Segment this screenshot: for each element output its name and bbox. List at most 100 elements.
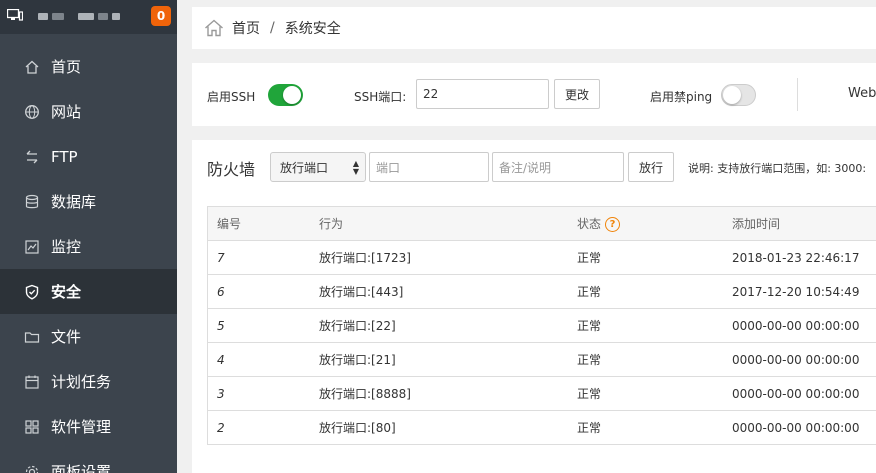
notification-badge[interactable]: 0 xyxy=(151,6,171,26)
table-row: 2 放行端口:[80] 正常 0000-00-00 00:00:00 xyxy=(208,411,876,445)
table-row: 6 放行端口:[443] 正常 2017-12-20 10:54:49 xyxy=(208,275,876,309)
table-row: 7 放行端口:[1723] 正常 2018-01-23 22:46:17 xyxy=(208,241,876,275)
cell-id: 4 xyxy=(217,353,225,367)
table-row: 4 放行端口:[21] 正常 0000-00-00 00:00:00 xyxy=(208,343,876,377)
help-icon[interactable]: ? xyxy=(605,217,621,232)
cell-time: 2017-12-20 10:54:49 xyxy=(732,285,860,299)
sidebar-item-label: 数据库 xyxy=(51,193,97,211)
sidebar-item-label: 安全 xyxy=(51,283,82,301)
sidebar-item-label: 网站 xyxy=(51,103,82,121)
cell-id: 6 xyxy=(217,285,225,299)
col-status-label: 状态 xyxy=(577,217,602,231)
cell-status: 正常 xyxy=(577,285,602,299)
sidebar-item-monitor[interactable]: 监控 xyxy=(0,224,177,269)
sidebar-item-software[interactable]: 软件管理 xyxy=(0,404,177,449)
cell-status: 正常 xyxy=(577,251,602,265)
cell-status: 正常 xyxy=(577,421,602,435)
port-input[interactable]: 端口 xyxy=(369,152,489,182)
sidebar-item-cron[interactable]: 计划任务 xyxy=(0,359,177,404)
breadcrumb-current: 系统安全 xyxy=(284,21,341,37)
ip-blurred xyxy=(98,13,108,20)
firewall-note: 说明: 支持放行端口范围，如: 3000: xyxy=(688,162,867,175)
breadcrumb: 首页 / 系统安全 xyxy=(192,7,876,49)
sidebar-item-label: 软件管理 xyxy=(51,418,112,436)
sidebar-header: 0 xyxy=(0,0,177,34)
hostname-blurred xyxy=(38,13,48,20)
change-port-button[interactable]: 更改 xyxy=(554,79,600,109)
cell-status: 正常 xyxy=(577,387,602,401)
hostname-blurred xyxy=(52,13,64,20)
sidebar-item-security[interactable]: 安全 xyxy=(0,269,177,314)
home-icon[interactable] xyxy=(204,19,224,37)
cell-time: 0000-00-00 00:00:00 xyxy=(732,319,860,333)
rule-type-select[interactable]: 放行端口 ▲ ▼ xyxy=(270,152,366,182)
allow-port-button[interactable]: 放行 xyxy=(628,152,674,182)
table-row: 3 放行端口:[8888] 正常 0000-00-00 00:00:00 xyxy=(208,377,876,411)
select-value: 放行端口 xyxy=(280,160,329,175)
sidebar-item-website[interactable]: 网站 xyxy=(0,89,177,134)
firewall-title: 防火墙 xyxy=(207,160,256,179)
col-action: 行为 xyxy=(319,217,344,231)
sidebar-item-files[interactable]: 文件 xyxy=(0,314,177,359)
sidebar-item-label: FTP xyxy=(51,147,78,166)
firewall-panel: 防火墙 放行端口 ▲ ▼ 端口 备注/说明 放行 说明: 支持放行端口范围，如: … xyxy=(192,140,876,473)
ssh-settings-panel: 启用SSH SSH端口: 22 更改 启用禁ping Web xyxy=(192,63,876,126)
web-label: Web xyxy=(848,86,876,101)
noping-toggle[interactable] xyxy=(721,84,756,106)
sidebar-item-home[interactable]: 首页 xyxy=(0,44,177,89)
ip-blurred xyxy=(78,13,94,20)
home-icon xyxy=(23,58,41,76)
cell-time: 0000-00-00 00:00:00 xyxy=(732,353,860,367)
cell-id: 5 xyxy=(217,319,225,333)
cell-id: 7 xyxy=(217,251,225,265)
ssh-port-input[interactable]: 22 xyxy=(416,79,549,109)
server-monitor-icon xyxy=(7,9,23,21)
select-arrows-icon: ▲ ▼ xyxy=(352,159,359,176)
sidebar: 0 首页 网站 FTP 数据库 监控 安全 文件 计划任务 软件管理 面板设置 xyxy=(0,0,177,473)
noping-label: 启用禁ping xyxy=(650,90,713,104)
divider xyxy=(797,78,798,111)
ip-blurred xyxy=(112,13,120,20)
cell-action: 放行端口:[443] xyxy=(319,285,404,299)
ssh-enable-toggle[interactable] xyxy=(268,84,303,106)
cell-action: 放行端口:[8888] xyxy=(319,387,411,401)
database-icon xyxy=(23,193,41,211)
grid-icon xyxy=(23,418,41,436)
sidebar-item-settings[interactable]: 面板设置 xyxy=(0,449,177,473)
sidebar-item-database[interactable]: 数据库 xyxy=(0,179,177,224)
table-row: 5 放行端口:[22] 正常 0000-00-00 00:00:00 xyxy=(208,309,876,343)
cell-action: 放行端口:[1723] xyxy=(319,251,411,265)
cell-action: 放行端口:[22] xyxy=(319,319,396,333)
ssh-port-label: SSH端口: xyxy=(354,90,407,104)
globe-icon xyxy=(23,103,41,121)
cell-time: 0000-00-00 00:00:00 xyxy=(732,421,860,435)
remark-input[interactable]: 备注/说明 xyxy=(492,152,624,182)
shield-icon xyxy=(23,283,41,301)
cell-id: 2 xyxy=(217,421,225,435)
cell-time: 0000-00-00 00:00:00 xyxy=(732,387,860,401)
cell-status: 正常 xyxy=(577,319,602,333)
sidebar-item-label: 监控 xyxy=(51,238,82,256)
cell-id: 3 xyxy=(217,387,225,401)
calendar-icon xyxy=(23,373,41,391)
sidebar-item-label: 文件 xyxy=(51,328,82,346)
ftp-icon xyxy=(23,148,41,166)
sidebar-item-label: 面板设置 xyxy=(51,463,112,473)
breadcrumb-home[interactable]: 首页 xyxy=(232,18,260,38)
cell-action: 放行端口:[80] xyxy=(319,421,396,435)
cell-action: 放行端口:[21] xyxy=(319,353,396,367)
col-time: 添加时间 xyxy=(732,217,781,231)
firewall-table: 编号 行为 状态? 添加时间 7 放行端口:[1723] 正常 2018-01-… xyxy=(207,206,876,445)
ssh-enable-label: 启用SSH xyxy=(207,90,256,104)
sidebar-item-ftp[interactable]: FTP xyxy=(0,134,177,179)
col-status: 状态? xyxy=(577,207,621,241)
col-id: 编号 xyxy=(217,217,242,231)
cell-status: 正常 xyxy=(577,353,602,367)
toggle-knob xyxy=(723,86,741,104)
toggle-knob xyxy=(283,86,301,104)
folder-icon xyxy=(23,328,41,346)
sidebar-item-label: 首页 xyxy=(51,58,82,76)
monitor-chart-icon xyxy=(23,238,41,256)
sidebar-item-label: 计划任务 xyxy=(51,373,112,391)
cell-time: 2018-01-23 22:46:17 xyxy=(732,251,860,265)
